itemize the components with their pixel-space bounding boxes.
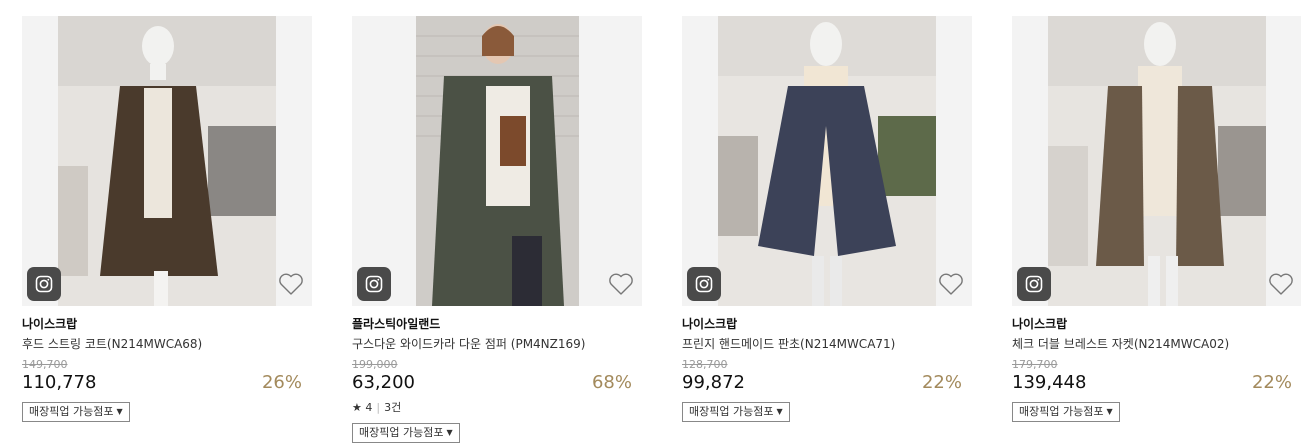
heart-icon[interactable]: [608, 272, 634, 296]
review-rating: ★ 4 | 3건: [352, 401, 642, 415]
original-price: 149,700: [22, 358, 68, 371]
instagram-icon[interactable]: [27, 267, 61, 301]
original-price: 179,700: [1012, 358, 1058, 371]
sale-price: 63,200: [352, 372, 415, 393]
store-pickup-label: 매장픽업 가능점포: [359, 426, 444, 439]
brand-name[interactable]: 나이스크랍: [1012, 316, 1301, 332]
product-grid: 나이스크랍 후드 스트링 코트(N214MWCA68) 149,700 110,…: [0, 0, 1301, 447]
product-name[interactable]: 구스다운 와이드카라 다운 점퍼 (PM4NZ169): [352, 335, 642, 353]
sale-price: 99,872: [682, 372, 745, 393]
price-row: 139,448 22%: [1012, 372, 1301, 394]
instagram-icon[interactable]: [687, 267, 721, 301]
rating-divider: |: [376, 401, 381, 414]
store-pickup-label: 매장픽업 가능점포: [29, 405, 114, 418]
product-thumbnail[interactable]: [352, 16, 642, 306]
sale-price: 110,778: [22, 372, 97, 393]
product-card[interactable]: 나이스크랍 체크 더블 브레스트 자켓(N214MWCA02) 179,700 …: [1012, 16, 1301, 422]
price-row: 99,872 22%: [682, 372, 972, 394]
price-row: 110,778 26%: [22, 372, 312, 394]
store-pickup-label: 매장픽업 가능점포: [1019, 405, 1104, 418]
product-thumbnail[interactable]: [682, 16, 972, 306]
product-thumbnail[interactable]: [22, 16, 312, 306]
product-photo[interactable]: [1048, 16, 1266, 306]
caret-down-icon: ▼: [776, 407, 783, 416]
brand-name[interactable]: 나이스크랍: [682, 316, 972, 332]
product-name[interactable]: 후드 스트링 코트(N214MWCA68): [22, 335, 312, 353]
product-photo[interactable]: [416, 16, 579, 306]
store-pickup-button[interactable]: 매장픽업 가능점포 ▼: [682, 402, 790, 422]
caret-down-icon: ▼: [446, 428, 453, 437]
discount-rate: 26%: [261, 372, 302, 393]
product-card[interactable]: 나이스크랍 프린지 핸드메이드 판초(N214MWCA71) 128,700 9…: [682, 16, 972, 422]
brand-name[interactable]: 나이스크랍: [22, 316, 312, 332]
instagram-icon[interactable]: [1017, 267, 1051, 301]
original-price: 199,000: [352, 358, 398, 371]
review-count[interactable]: 3건: [384, 401, 401, 414]
original-price: 128,700: [682, 358, 728, 371]
discount-rate: 68%: [591, 372, 632, 393]
caret-down-icon: ▼: [1106, 407, 1113, 416]
heart-icon[interactable]: [1268, 272, 1294, 296]
heart-icon[interactable]: [278, 272, 304, 296]
product-card[interactable]: 나이스크랍 후드 스트링 코트(N214MWCA68) 149,700 110,…: [22, 16, 312, 422]
store-pickup-button[interactable]: 매장픽업 가능점포 ▼: [1012, 402, 1120, 422]
brand-name[interactable]: 플라스틱아일랜드: [352, 316, 642, 332]
discount-rate: 22%: [921, 372, 962, 393]
product-name[interactable]: 프린지 핸드메이드 판초(N214MWCA71): [682, 335, 972, 353]
product-card[interactable]: 플라스틱아일랜드 구스다운 와이드카라 다운 점퍼 (PM4NZ169) 199…: [352, 16, 642, 443]
store-pickup-label: 매장픽업 가능점포: [689, 405, 774, 418]
product-photo[interactable]: [718, 16, 936, 306]
rating-score: 4: [365, 401, 373, 414]
sale-price: 139,448: [1012, 372, 1087, 393]
discount-rate: 22%: [1251, 372, 1292, 393]
store-pickup-button[interactable]: 매장픽업 가능점포 ▼: [22, 402, 130, 422]
caret-down-icon: ▼: [116, 407, 123, 416]
product-thumbnail[interactable]: [1012, 16, 1301, 306]
instagram-icon[interactable]: [357, 267, 391, 301]
heart-icon[interactable]: [938, 272, 964, 296]
price-row: 63,200 68%: [352, 372, 642, 394]
star-icon: ★: [352, 401, 362, 414]
product-photo[interactable]: [58, 16, 276, 306]
store-pickup-button[interactable]: 매장픽업 가능점포 ▼: [352, 423, 460, 443]
product-name[interactable]: 체크 더블 브레스트 자켓(N214MWCA02): [1012, 335, 1301, 353]
